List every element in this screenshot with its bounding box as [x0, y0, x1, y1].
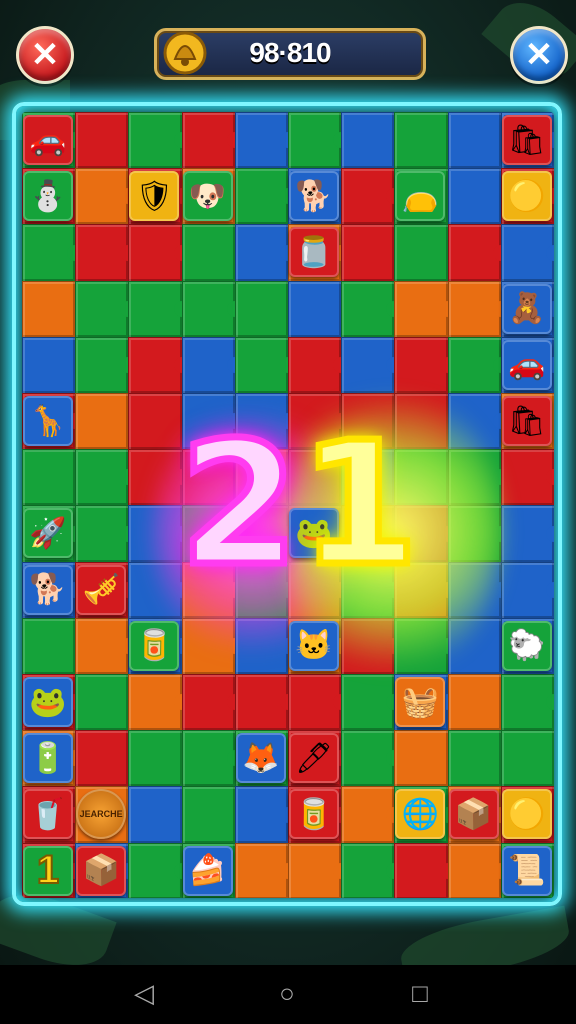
green-bag-icon[interactable]: 👝	[395, 171, 446, 222]
battery-icon[interactable]: 🔋	[23, 733, 73, 784]
dog-icon[interactable]: 🐕	[23, 564, 73, 615]
puzzle-piece	[181, 786, 236, 844]
puzzle-piece	[22, 617, 77, 675]
puzzle-piece	[22, 336, 77, 394]
puzzle-piece	[234, 280, 289, 338]
frog-head-icon[interactable]: 🐸	[23, 677, 73, 727]
puzzle-piece	[394, 730, 449, 788]
jar-icon[interactable]: 🫙	[289, 227, 339, 278]
snowman-icon[interactable]: ⛄	[23, 171, 73, 222]
puzzle-piece	[447, 730, 502, 788]
gold-coin-icon[interactable]: 🟡	[501, 789, 552, 840]
puzzle-piece	[447, 674, 502, 732]
countdown-digit-left: 2	[176, 406, 301, 604]
toy-car-icon[interactable]: 🚗	[23, 115, 73, 165]
pen-icon[interactable]: 🖊	[289, 733, 339, 784]
puzzle-piece	[75, 674, 130, 732]
basket-icon[interactable]: 🧺	[395, 677, 446, 727]
puzzle-piece	[394, 224, 449, 282]
close-icon: ✕	[30, 36, 60, 74]
paper-box-icon[interactable]: 📦	[76, 845, 127, 896]
puzzle-piece	[341, 224, 396, 282]
puzzle-piece	[22, 280, 77, 338]
puzzle-knob	[546, 525, 554, 542]
shield-icon[interactable]: 🛡	[129, 171, 180, 222]
countdown-digit-right: 1	[296, 406, 421, 604]
puzzle-piece	[75, 112, 130, 170]
dog-head-icon[interactable]: 🐶	[182, 171, 233, 222]
teddy-icon[interactable]: 🧸	[501, 283, 552, 334]
trumpet-icon[interactable]: 🎺	[76, 564, 127, 615]
lamb-icon[interactable]: 🐑	[501, 620, 552, 671]
toy-car-icon[interactable]: 🚗	[501, 339, 552, 390]
soda-can-icon[interactable]: 🥫	[289, 789, 339, 840]
fox-icon[interactable]: 🦊	[235, 733, 286, 784]
puzzle-piece	[394, 112, 449, 170]
exit-button[interactable]: ✕	[510, 26, 568, 84]
rocket-icon[interactable]: 🚀	[23, 508, 73, 559]
giraffe-icon[interactable]: 🦒	[23, 396, 73, 446]
bag-icon[interactable]: 🛍	[501, 396, 552, 446]
metal-box-icon[interactable]: 📦	[448, 789, 499, 840]
scroll-icon[interactable]: 📜	[501, 845, 552, 896]
puzzle-piece	[128, 730, 183, 788]
cake-icon[interactable]: 🍰	[182, 845, 233, 896]
number-one-tile[interactable]: 1	[23, 845, 73, 896]
puzzle-piece	[447, 168, 502, 226]
cat-icon[interactable]: 🐱	[289, 620, 339, 671]
puzzle-piece	[288, 280, 343, 338]
gold-ball-icon[interactable]: 🟡	[501, 171, 552, 222]
puzzle-piece	[181, 224, 236, 282]
score-value: 98·810	[249, 37, 331, 68]
puzzle-piece	[341, 112, 396, 170]
home-icon[interactable]: ○	[272, 978, 302, 1008]
can-icon[interactable]: 🥫	[129, 620, 180, 671]
puzzle-knob	[546, 244, 554, 261]
recents-icon[interactable]: □	[405, 978, 435, 1008]
puzzle-piece	[447, 112, 502, 170]
puzzle-piece	[75, 393, 130, 451]
score-panel: 98·810	[154, 28, 426, 80]
paper-bag-icon[interactable]: 🛍	[501, 115, 552, 165]
puppy-icon[interactable]: 🐕	[289, 171, 339, 222]
puzzle-piece	[128, 393, 183, 451]
puzzle-piece	[500, 730, 554, 788]
globe-icon[interactable]: 🌐	[395, 789, 446, 840]
back-icon[interactable]: ◁	[129, 978, 159, 1008]
puzzle-piece	[128, 786, 183, 844]
puzzle-knob	[546, 581, 554, 598]
puzzle-piece	[75, 730, 130, 788]
close-button[interactable]: ✕	[16, 26, 74, 84]
exit-icon: ✕	[524, 36, 554, 74]
puzzle-piece	[22, 449, 77, 507]
cup-icon[interactable]: 🥤	[23, 789, 73, 840]
